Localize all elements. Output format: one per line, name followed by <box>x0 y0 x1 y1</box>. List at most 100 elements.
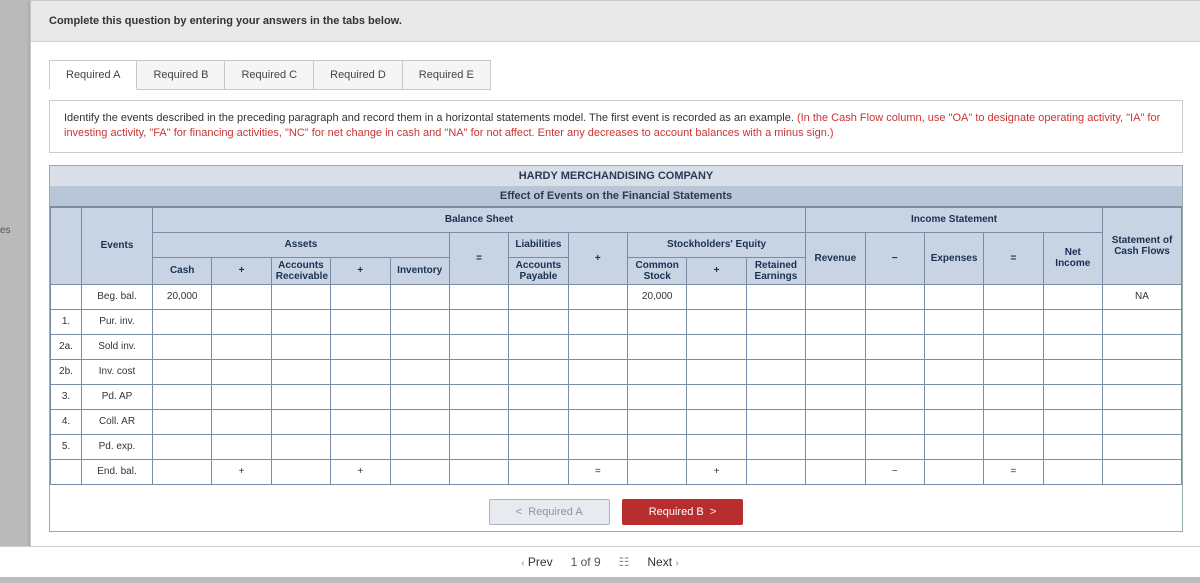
tab-required-e[interactable]: Required E <box>402 60 491 90</box>
sign-cell <box>865 359 924 384</box>
input-cell[interactable] <box>153 359 212 384</box>
tab-required-d[interactable]: Required D <box>313 60 403 90</box>
input-cell[interactable] <box>924 334 983 359</box>
input-cell[interactable] <box>271 309 330 334</box>
input-cell[interactable] <box>924 434 983 459</box>
input-cell[interactable] <box>1103 309 1182 334</box>
table-row: Beg. bal.20,00020,000NA <box>51 284 1182 309</box>
input-cell[interactable] <box>924 409 983 434</box>
input-cell[interactable] <box>390 359 449 384</box>
input-cell[interactable] <box>153 409 212 434</box>
input-cell[interactable] <box>1103 384 1182 409</box>
tab-required-b[interactable]: Required B <box>136 60 225 90</box>
input-cell[interactable] <box>746 334 805 359</box>
label-cell: 4. <box>51 409 82 434</box>
label-cell: Coll. AR <box>82 409 153 434</box>
input-cell[interactable] <box>271 384 330 409</box>
input-cell[interactable] <box>390 309 449 334</box>
input-cell[interactable] <box>746 309 805 334</box>
input-cell <box>390 284 449 309</box>
table-row: 1.Pur. inv. <box>51 309 1182 334</box>
sign-cell <box>865 434 924 459</box>
input-cell[interactable] <box>628 434 687 459</box>
tab-required-c[interactable]: Required C <box>224 60 314 90</box>
input-cell[interactable] <box>271 359 330 384</box>
sign-cell <box>212 409 271 434</box>
sign-cell <box>331 359 390 384</box>
input-cell[interactable] <box>390 434 449 459</box>
input-cell[interactable] <box>153 384 212 409</box>
input-cell[interactable] <box>628 309 687 334</box>
input-cell[interactable] <box>509 334 568 359</box>
pager-prev[interactable]: ‹ Prev <box>521 555 552 569</box>
input-cell[interactable] <box>509 309 568 334</box>
input-cell[interactable] <box>390 384 449 409</box>
pager-next[interactable]: Next › <box>647 555 678 569</box>
input-cell[interactable] <box>628 409 687 434</box>
input-cell[interactable] <box>509 409 568 434</box>
input-cell[interactable] <box>1043 334 1102 359</box>
input-cell[interactable] <box>1103 359 1182 384</box>
label-cell: 2a. <box>51 334 82 359</box>
input-cell <box>509 284 568 309</box>
input-cell[interactable] <box>390 409 449 434</box>
input-cell[interactable] <box>1043 434 1102 459</box>
col-balance-sheet: Balance Sheet <box>153 207 806 232</box>
instruction-box: Identify the events described in the pre… <box>49 100 1183 153</box>
input-cell[interactable] <box>806 409 865 434</box>
input-cell[interactable] <box>806 434 865 459</box>
input-cell[interactable] <box>1043 384 1102 409</box>
sign-cell <box>331 434 390 459</box>
input-cell[interactable] <box>271 409 330 434</box>
input-cell[interactable] <box>153 309 212 334</box>
input-cell[interactable] <box>1103 334 1182 359</box>
input-cell[interactable] <box>628 359 687 384</box>
instruction-main: Identify the events described in the pre… <box>64 112 797 124</box>
label-cell: 1. <box>51 309 82 334</box>
next-req-button[interactable]: Required B > <box>622 499 744 525</box>
input-cell[interactable] <box>746 384 805 409</box>
input-cell[interactable] <box>153 334 212 359</box>
input-cell[interactable] <box>1043 359 1102 384</box>
input-cell[interactable] <box>1043 409 1102 434</box>
prev-req-button[interactable]: < Required A <box>489 499 610 525</box>
input-cell[interactable] <box>509 384 568 409</box>
input-cell[interactable] <box>746 409 805 434</box>
input-cell[interactable] <box>628 384 687 409</box>
input-cell[interactable] <box>806 309 865 334</box>
sign-cell <box>687 359 746 384</box>
sign-cell <box>449 359 508 384</box>
input-cell[interactable] <box>1043 309 1102 334</box>
input-cell[interactable] <box>628 334 687 359</box>
input-cell[interactable] <box>746 359 805 384</box>
input-cell[interactable] <box>924 309 983 334</box>
sign-eq: = <box>449 232 508 284</box>
input-cell[interactable] <box>509 434 568 459</box>
input-cell[interactable] <box>153 434 212 459</box>
input-cell[interactable] <box>271 334 330 359</box>
sign-cell <box>687 309 746 334</box>
input-cell[interactable] <box>1103 434 1182 459</box>
grid-icon[interactable]: ☷ <box>619 555 630 569</box>
tab-required-a[interactable]: Required A <box>49 60 137 90</box>
input-cell[interactable] <box>746 434 805 459</box>
sign-cell: = <box>568 459 627 484</box>
sign-cell <box>865 334 924 359</box>
input-cell[interactable] <box>390 334 449 359</box>
input-cell[interactable] <box>924 359 983 384</box>
label-cell: Sold inv. <box>82 334 153 359</box>
input-cell[interactable] <box>806 384 865 409</box>
input-cell[interactable] <box>271 434 330 459</box>
subtitle: Effect of Events on the Financial Statem… <box>50 186 1182 207</box>
input-cell[interactable] <box>806 334 865 359</box>
input-cell[interactable] <box>1103 409 1182 434</box>
sign-plus: + <box>568 232 627 284</box>
label-cell: Inv. cost <box>82 359 153 384</box>
input-cell[interactable] <box>924 384 983 409</box>
label-cell: Pd. exp. <box>82 434 153 459</box>
sign-cell <box>568 284 627 309</box>
input-cell[interactable] <box>806 359 865 384</box>
sign-cell <box>687 434 746 459</box>
input-cell[interactable] <box>509 359 568 384</box>
sign-cell <box>449 334 508 359</box>
